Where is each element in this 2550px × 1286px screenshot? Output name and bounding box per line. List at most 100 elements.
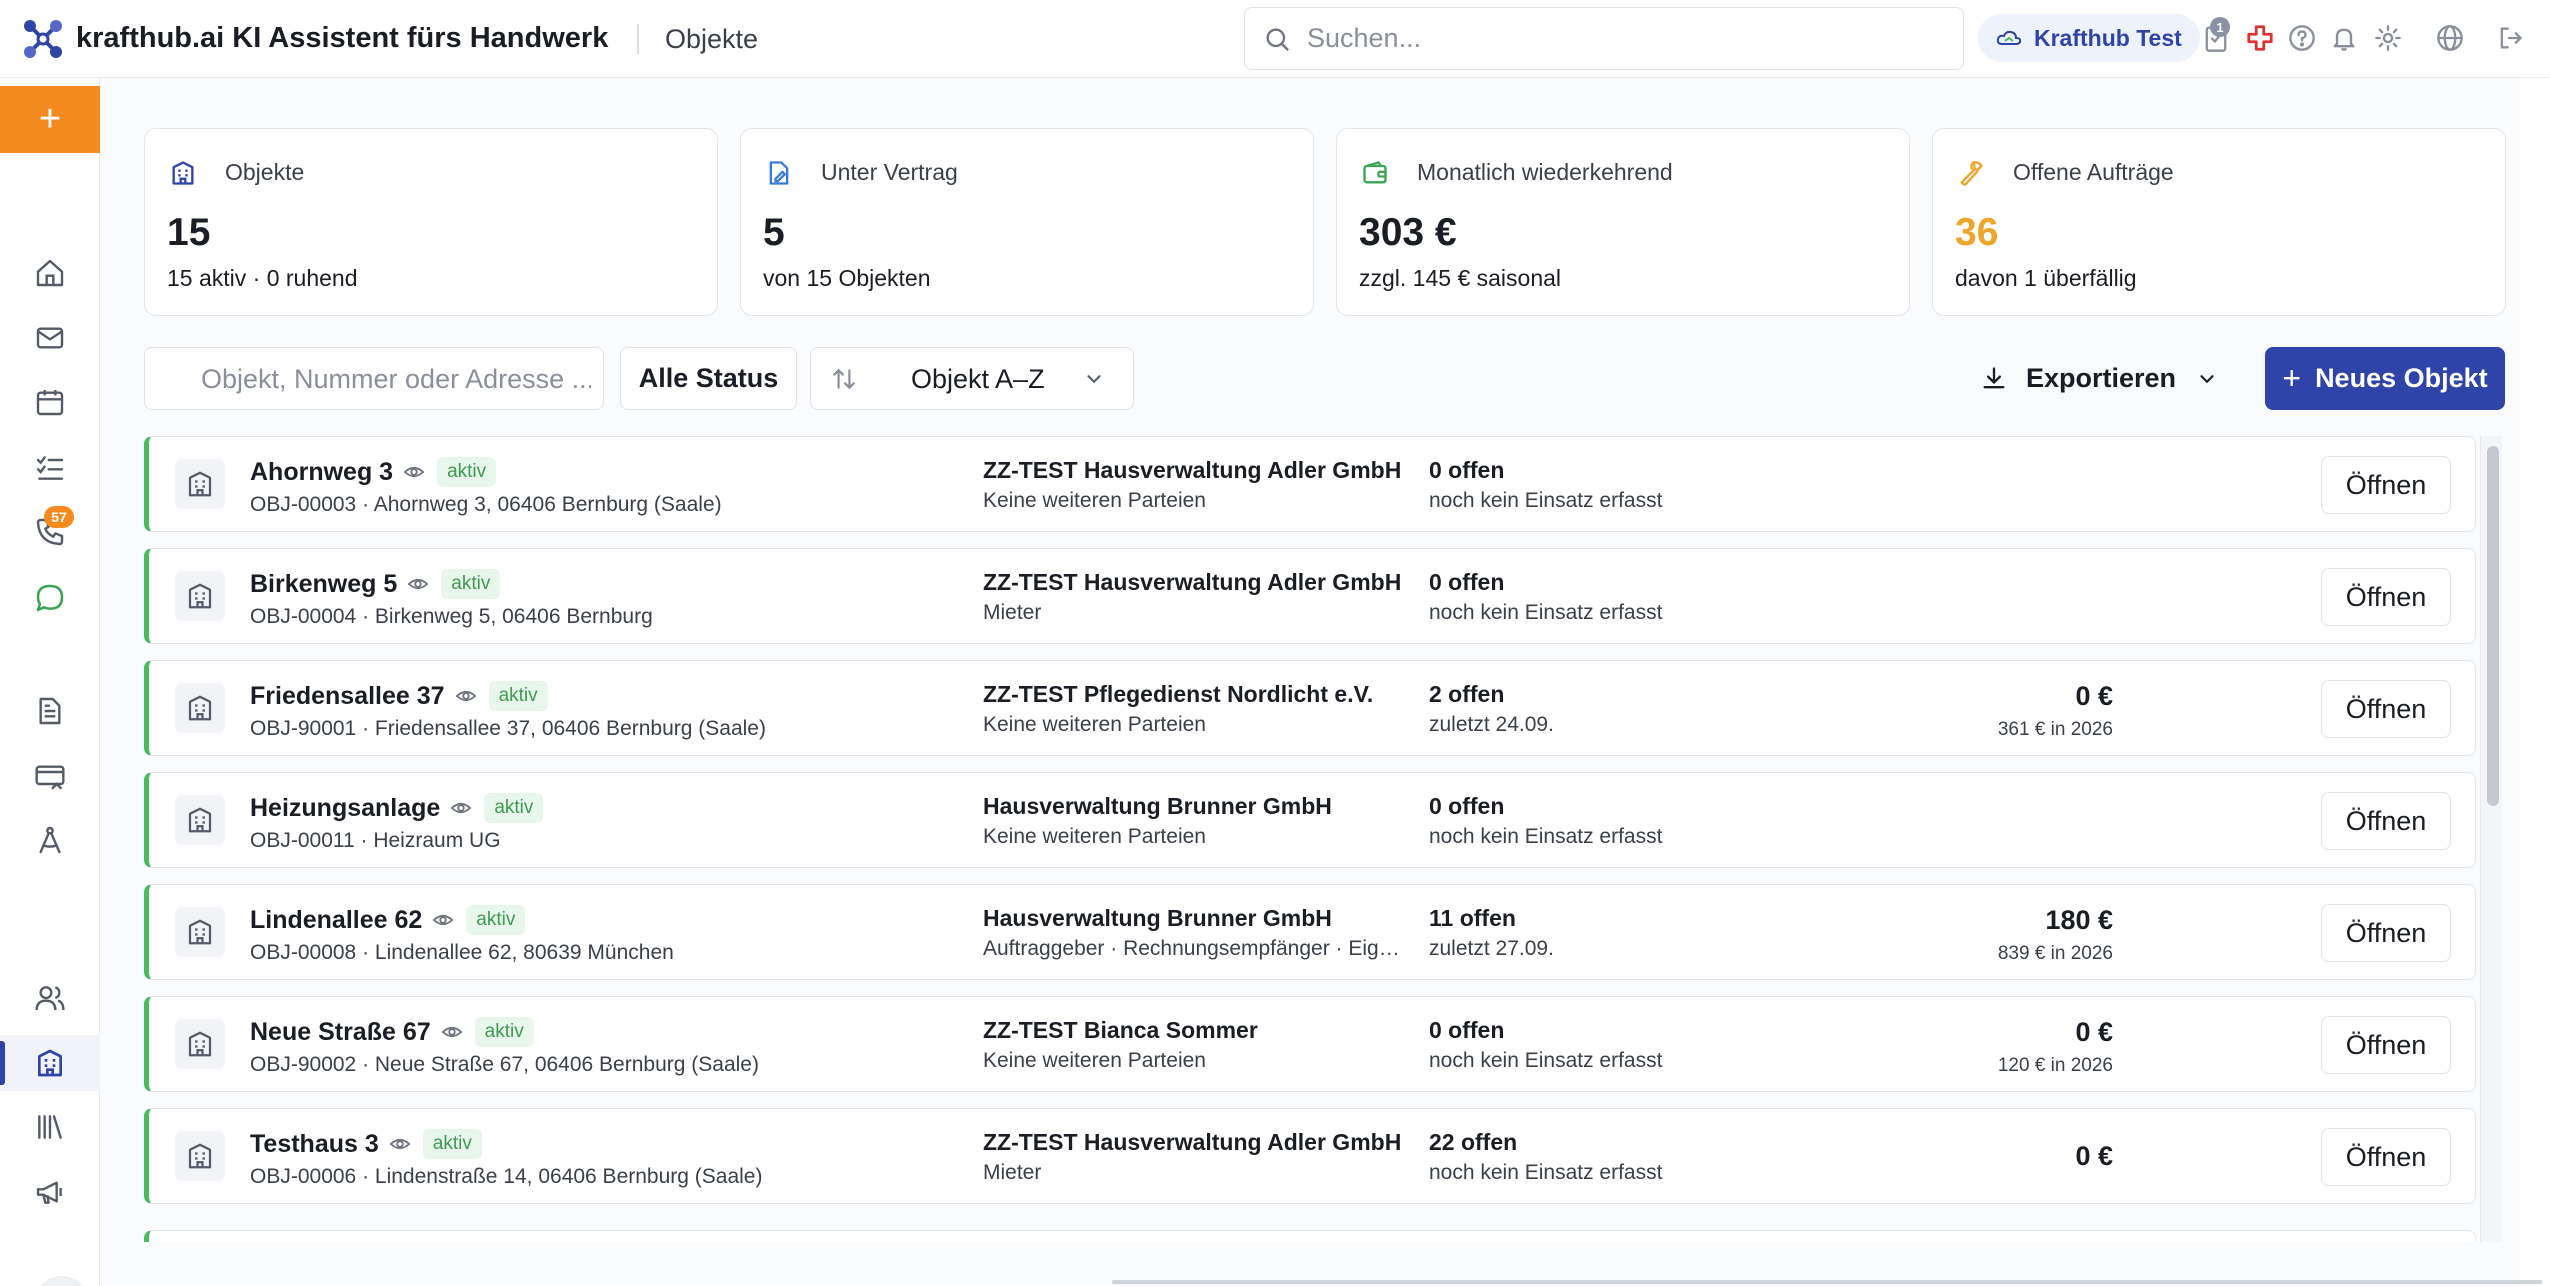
sidebar-item-calls[interactable]: 57 <box>0 504 100 560</box>
yearly-amount: 361 € in 2026 <box>1997 719 2113 740</box>
object-meta: OBJ-90001 · Friedensallee 37, 06406 Bern… <box>250 717 766 740</box>
monthly-amount: 180 € <box>2045 905 2113 935</box>
table-row[interactable]: Birkenweg 5 aktiv OBJ-00004 · Birkenweg 5… <box>144 548 2476 644</box>
building-icon <box>175 795 225 845</box>
object-meta: OBJ-00006 · Lindenstraße 14, 06406 Bernb… <box>250 1165 763 1188</box>
quick-add-button[interactable]: + <box>0 86 100 153</box>
tenant-switcher[interactable]: Krafthub Test <box>1978 14 2200 62</box>
sidebar-item-documents[interactable] <box>0 683 100 739</box>
object-search-field[interactable] <box>144 347 604 410</box>
emergency-cross-icon[interactable] <box>2244 22 2276 54</box>
last-activity: noch kein Einsatz erfasst <box>1429 1161 1663 1184</box>
sidebar-item-marketing[interactable] <box>0 1164 100 1220</box>
stat-subtext: zzgl. 145 € saisonal <box>1359 265 1562 291</box>
assistant-bot-button[interactable] <box>34 1276 90 1286</box>
object-name-text: Neue Straße 67 <box>250 1017 431 1046</box>
table-row[interactable]: Heizungsanlage aktiv OBJ-00011 · Heizraum… <box>144 772 2476 868</box>
table-row[interactable]: Testhaus 3 aktiv OBJ-00006 · Lindenstraße… <box>144 1108 2476 1204</box>
mail-icon <box>36 327 64 349</box>
sidebar-item-tasks[interactable] <box>0 440 100 496</box>
yearly-amount: 120 € in 2026 <box>1997 1055 2113 1076</box>
plus-icon: + <box>2282 360 2302 396</box>
table-row[interactable]: Lindenallee 62 aktiv OBJ-00008 · Lindenal… <box>144 884 2476 980</box>
settings-gear-icon[interactable] <box>2372 22 2404 54</box>
global-search-input[interactable] <box>1307 23 1907 54</box>
language-globe-icon[interactable] <box>2434 22 2466 54</box>
table-row[interactable] <box>144 1230 2476 1242</box>
open-orders: 0 offen <box>1429 569 1505 595</box>
object-parties: Mieter <box>983 1161 1042 1184</box>
status-filter-button[interactable]: Alle Status <box>620 347 797 410</box>
sidebar-item-calendar[interactable] <box>0 374 100 430</box>
open-object-button[interactable]: Öffnen <box>2321 904 2451 962</box>
status-badge: aktiv <box>466 905 526 935</box>
global-search[interactable] <box>1244 7 1964 70</box>
table-row[interactable]: Ahornweg 3 aktiv OBJ-00003 · Ahornweg 3, … <box>144 436 2476 532</box>
breadcrumb: Objekte <box>665 24 759 54</box>
object-parties: Mieter <box>983 601 1042 624</box>
eye-icon[interactable] <box>389 1133 411 1155</box>
building-icon <box>175 571 225 621</box>
eye-icon[interactable] <box>403 461 425 483</box>
eye-icon[interactable] <box>407 573 429 595</box>
export-button[interactable]: Exportieren <box>1980 347 2230 410</box>
table-row[interactable]: Neue Straße 67 aktiv OBJ-90002 · Neue Str… <box>144 996 2476 1092</box>
object-name-text: Testhaus 3 <box>250 1129 379 1158</box>
sidebar-item-home[interactable] <box>0 245 100 301</box>
building-icon <box>38 1049 62 1077</box>
sidebar-item-objects[interactable] <box>0 1035 100 1091</box>
library-icon <box>38 1115 62 1139</box>
new-object-button[interactable]: + Neues Objekt <box>2265 347 2505 410</box>
app-title[interactable]: krafthub.ai KI Assistent fürs Handwerk <box>76 22 608 55</box>
sidebar-item-library[interactable] <box>0 1099 100 1155</box>
object-meta: OBJ-90002 · Neue Straße 67, 06406 Bernbu… <box>250 1053 759 1076</box>
eye-icon[interactable] <box>450 797 472 819</box>
window-bottom-edge <box>1112 1280 2542 1284</box>
building-icon <box>175 907 225 957</box>
table-row[interactable]: Friedensallee 37 aktiv OBJ-90001 · Friede… <box>144 660 2476 756</box>
eye-icon[interactable] <box>432 909 454 931</box>
status-badge: aktiv <box>474 1017 534 1047</box>
stat-label: Monatlich wiederkehrend <box>1417 159 1673 185</box>
object-search-input[interactable] <box>201 362 591 396</box>
bell-icon[interactable] <box>2328 22 2360 54</box>
sidebar-item-chat[interactable] <box>0 570 100 626</box>
open-object-button[interactable]: Öffnen <box>2321 1016 2451 1074</box>
krafthub-logo-icon[interactable] <box>22 18 64 60</box>
stat-subtext: 15 aktiv · 0 ruhend <box>167 265 358 291</box>
logout-icon[interactable] <box>2494 22 2526 54</box>
object-meta: OBJ-00008 · Lindenallee 62, 80639 Münche… <box>250 941 674 964</box>
sidebar-item-payments[interactable] <box>0 748 100 804</box>
chevron-down-icon <box>1087 375 1101 384</box>
eye-icon[interactable] <box>441 1021 463 1043</box>
sidebar-item-contacts[interactable] <box>0 970 100 1026</box>
monthly-amount: 0 € <box>2075 1141 2113 1171</box>
open-object-button[interactable]: Öffnen <box>2321 792 2451 850</box>
object-meta: OBJ-00004 · Birkenweg 5, 06406 Bernburg <box>250 605 653 628</box>
last-activity: noch kein Einsatz erfasst <box>1429 489 1663 512</box>
sidebar-item-mail[interactable] <box>0 310 100 366</box>
object-name[interactable]: Lindenallee 62 aktiv <box>250 905 526 935</box>
stat-value: 5 <box>763 211 785 254</box>
object-name[interactable]: Heizungsanlage aktiv <box>250 793 544 823</box>
object-name[interactable]: Neue Straße 67 aktiv <box>250 1017 534 1047</box>
open-object-button[interactable]: Öffnen <box>2321 568 2451 626</box>
stat-card-open-orders: Offene Aufträge 36 davon 1 überfällig <box>1932 128 2506 316</box>
yearly-amount: 839 € in 2026 <box>1997 943 2113 964</box>
last-activity: noch kein Einsatz erfasst <box>1429 825 1663 848</box>
help-icon[interactable] <box>2286 22 2318 54</box>
list-scrollbar-thumb[interactable] <box>2487 446 2499 806</box>
object-name[interactable]: Friedensallee 37 aktiv <box>250 681 548 711</box>
object-client: ZZ-TEST Bianca Sommer <box>983 1017 1258 1043</box>
sidebar-item-planning[interactable] <box>0 812 100 868</box>
eye-icon[interactable] <box>455 685 477 707</box>
object-meta: OBJ-00003 · Ahornweg 3, 06406 Bernburg (… <box>250 493 722 516</box>
object-name[interactable]: Ahornweg 3 aktiv <box>250 457 497 487</box>
object-name[interactable]: Birkenweg 5 aktiv <box>250 569 501 599</box>
open-object-button[interactable]: Öffnen <box>2321 680 2451 738</box>
object-name[interactable]: Testhaus 3 aktiv <box>250 1129 482 1159</box>
open-object-button[interactable]: Öffnen <box>2321 1128 2451 1186</box>
status-badge: aktiv <box>484 793 544 823</box>
sort-select[interactable]: Objekt A–Z <box>810 347 1134 410</box>
open-object-button[interactable]: Öffnen <box>2321 456 2451 514</box>
